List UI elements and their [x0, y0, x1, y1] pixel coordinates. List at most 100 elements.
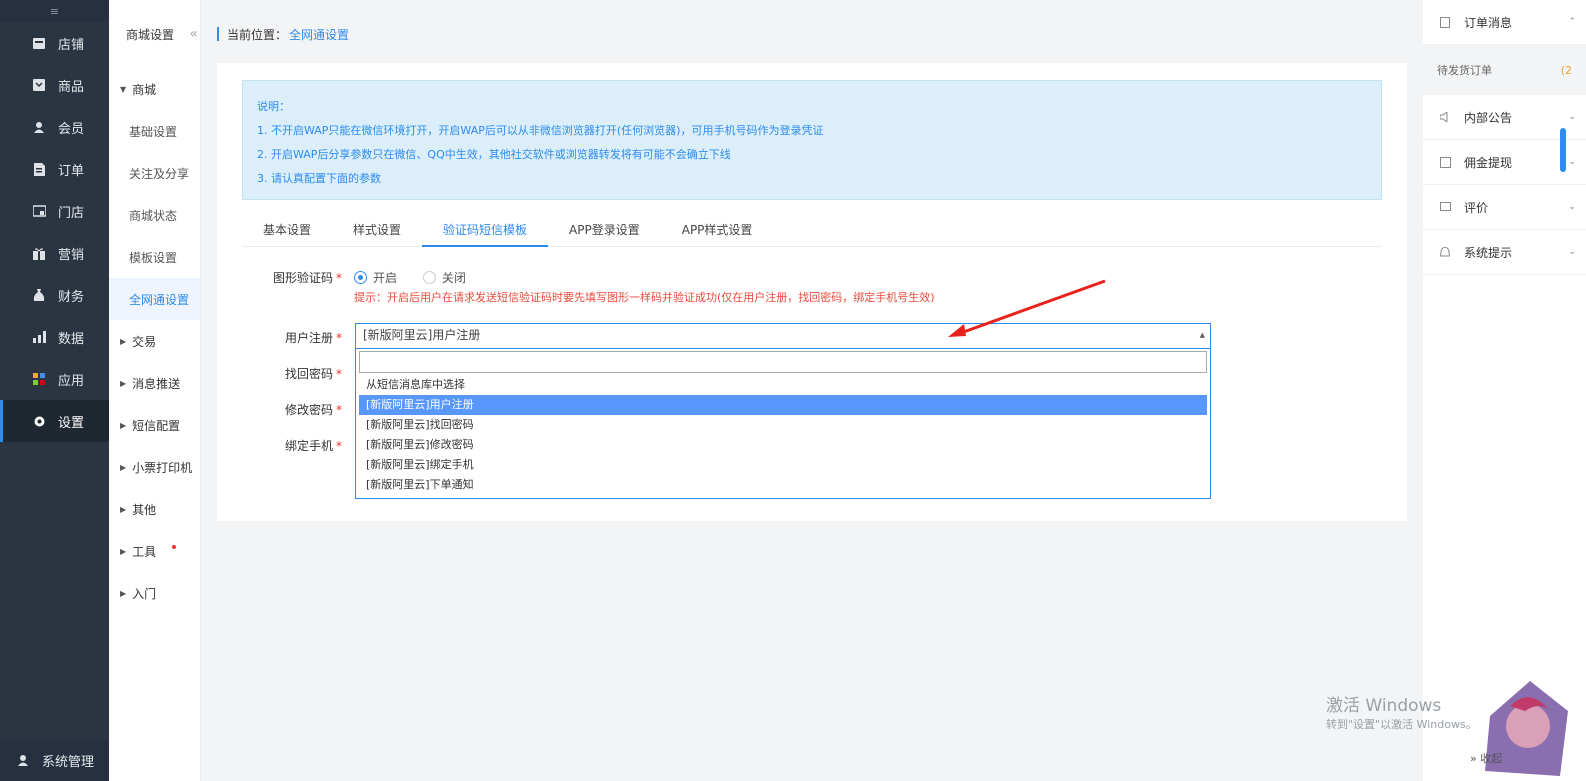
system-tip-item[interactable]: 系统提示 ⌄: [1423, 230, 1586, 275]
speaker-icon: [1439, 111, 1451, 123]
subnav-group-mall[interactable]: ▼ 商城: [109, 68, 200, 110]
nav-item-apps[interactable]: 应用: [0, 358, 109, 400]
triangle-right-icon: ▶: [120, 420, 127, 430]
notice-line: 2. 开启WAP后分享参数只在微信、QQ中生效，其他社交软件或浏览器转发将有可能…: [257, 148, 731, 161]
subnav-item-wap[interactable]: 全网通设置: [109, 278, 200, 320]
subnav-group-sms[interactable]: ▶ 短信配置: [109, 404, 200, 446]
sub-nav: 商城设置 « ▼ 商城 基础设置 关注及分享 商城状态 模板设置 全网通设置 ▶ 交易…: [109, 0, 201, 781]
annotation-arrow: [948, 279, 1106, 337]
wallet-icon: [1439, 156, 1451, 168]
chevron-down-icon: ⌄: [1568, 247, 1576, 257]
windows-watermark: 激活 Windows: [1326, 696, 1442, 716]
triangle-right-icon: ▶: [120, 588, 127, 598]
radio-unchecked-icon: [422, 271, 436, 284]
nav-item-data[interactable]: 数据: [0, 316, 109, 358]
subnav-group-tools[interactable]: ▶ 工具: [109, 530, 200, 572]
tab-basic[interactable]: 基本设置: [242, 218, 332, 247]
notice-line: 3. 请认真配置下面的参数: [257, 172, 381, 185]
triangle-right-icon: ▶: [120, 462, 127, 472]
notification-dot: [172, 545, 177, 549]
select-option[interactable]: [新版阿里云]找回密码: [359, 415, 1207, 435]
bindphone-label: 绑定手机 *: [284, 439, 342, 453]
clipboard-icon: [1439, 16, 1451, 28]
subnav-group-trade[interactable]: ▶ 交易: [109, 320, 200, 362]
tab-style[interactable]: 样式设置: [332, 218, 422, 247]
select-option[interactable]: [新版阿里云]绑定手机: [359, 455, 1207, 475]
subnav-group-other[interactable]: ▶ 其他: [109, 488, 200, 530]
captcha-radio-group: 开启 关闭: [354, 269, 488, 287]
captcha-off-radio[interactable]: 关闭: [422, 269, 466, 286]
captcha-on-radio[interactable]: 开启: [354, 269, 397, 286]
bell-icon: [1439, 246, 1451, 258]
tab-app-style[interactable]: APP样式设置: [661, 218, 774, 247]
radio-checked-icon: [354, 271, 367, 284]
store-icon: [32, 204, 46, 218]
scrollbar-thumb[interactable]: [1560, 128, 1566, 172]
member-icon: [32, 120, 46, 134]
pending-orders-item[interactable]: 待发货订单 (2: [1423, 45, 1586, 95]
select-option[interactable]: [新版阿里云]下单通知: [359, 475, 1207, 495]
apps-grid-icon: [32, 372, 46, 386]
order-message-item[interactable]: 订单消息 ⌃: [1423, 0, 1586, 45]
subnav-item-share[interactable]: 关注及分享: [109, 152, 200, 194]
nav-item-member[interactable]: 会员: [0, 106, 109, 148]
register-label: 用户注册 *: [284, 331, 342, 345]
triangle-right-icon: ▶: [120, 336, 127, 346]
subnav-group-printer[interactable]: ▶ 小票打印机: [109, 446, 200, 488]
select-option-selected[interactable]: [新版阿里云]用户注册: [359, 395, 1207, 415]
subnav-item-basic[interactable]: 基础设置: [109, 110, 200, 152]
system-manage-button[interactable]: 系统管理: [0, 739, 109, 781]
order-icon: [32, 162, 46, 176]
main-card: 说明： 1. 不开启WAP只能在微信环境打开，开启WAP后可以从非微信浏览器打开…: [217, 63, 1407, 521]
gift-icon: [32, 246, 46, 260]
breadcrumb: 当前位置： 全网通设置: [217, 26, 349, 43]
triangle-right-icon: ▶: [120, 378, 127, 388]
captcha-tip: 提示：开启后用户在请求发送短信验证码时要先填写图形一样码并验证成功(仅在用户注册…: [354, 291, 935, 304]
changepwd-label: 修改密码 *: [284, 403, 342, 417]
tab-bar: 基本设置 样式设置 验证码短信模板 APP登录设置 APP样式设置: [242, 218, 1382, 247]
nav-item-marketing[interactable]: 营销: [0, 232, 109, 274]
fold-icon[interactable]: «: [189, 26, 198, 42]
chevron-down-icon: ⌄: [1568, 202, 1576, 212]
notice-line: 1. 不开启WAP只能在微信环境打开，开启WAP后可以从非微信浏览器打开(任何浏…: [257, 124, 824, 137]
notice-box: 说明： 1. 不开启WAP只能在微信环境打开，开启WAP后可以从非微信浏览器打开…: [242, 80, 1382, 200]
breadcrumb-current-link[interactable]: 全网通设置: [289, 26, 349, 43]
triangle-right-icon: ▶: [120, 546, 127, 556]
select-option[interactable]: 从短信消息库中选择: [359, 375, 1207, 395]
subnav-group-intro[interactable]: ▶ 入门: [109, 572, 200, 614]
tab-sms-template[interactable]: 验证码短信模板: [422, 218, 549, 247]
pending-count: (2: [1560, 63, 1572, 77]
nav-item-finance[interactable]: 财务: [0, 274, 109, 316]
findpwd-label: 找回密码 *: [284, 367, 342, 381]
select-option[interactable]: [新版阿里云]修改密码: [359, 435, 1207, 455]
register-template-select[interactable]: [新版阿里云]用户注册 ▲ 从短信消息库中选择 [新版阿里云]用户注册 [新版阿里…: [355, 323, 1211, 499]
chevron-down-icon: ⌄: [1568, 112, 1576, 122]
main-nav: ≡ 店铺 商品 会员 订单 门店 营销 财务 数据 应用 设置 系统管理: [0, 0, 109, 781]
menu-toggle-icon[interactable]: ≡: [0, 0, 109, 22]
review-item[interactable]: 评价 ⌄: [1423, 185, 1586, 230]
collapse-panel-link[interactable]: » 收起: [1470, 750, 1502, 766]
nav-item-settings[interactable]: 设置: [0, 400, 109, 442]
caret-up-icon: ▲: [1199, 331, 1205, 339]
bar-chart-icon: [32, 330, 46, 344]
captcha-label: 图形验证码 *: [272, 271, 342, 285]
right-panel: 订单消息 ⌃ 待发货订单 (2 内部公告 ⌄ 佣金提现 ⌄ 评价 ⌄ 系统提示 ⌄: [1423, 0, 1586, 781]
nav-item-store[interactable]: 门店: [0, 190, 109, 232]
comment-icon: [1439, 201, 1451, 213]
nav-item-order[interactable]: 订单: [0, 148, 109, 190]
user-gear-icon: [18, 754, 30, 766]
subnav-group-push[interactable]: ▶ 消息推送: [109, 362, 200, 404]
tab-app-login[interactable]: APP登录设置: [548, 218, 661, 247]
chevron-up-icon: ⌃: [1568, 17, 1576, 27]
notice-title: 说明：: [257, 100, 290, 113]
nav-item-goods[interactable]: 商品: [0, 64, 109, 106]
subnav-item-template[interactable]: 模板设置: [109, 236, 200, 278]
nav-item-shop[interactable]: 店铺: [0, 22, 109, 64]
goods-icon: [32, 78, 46, 92]
triangle-right-icon: ▶: [120, 504, 127, 514]
moneybag-icon: [32, 288, 46, 302]
triangle-down-icon: ▼: [120, 84, 127, 94]
chevron-down-icon: ⌄: [1568, 157, 1576, 167]
subnav-item-status[interactable]: 商城状态: [109, 194, 200, 236]
select-search-input[interactable]: [359, 351, 1207, 373]
